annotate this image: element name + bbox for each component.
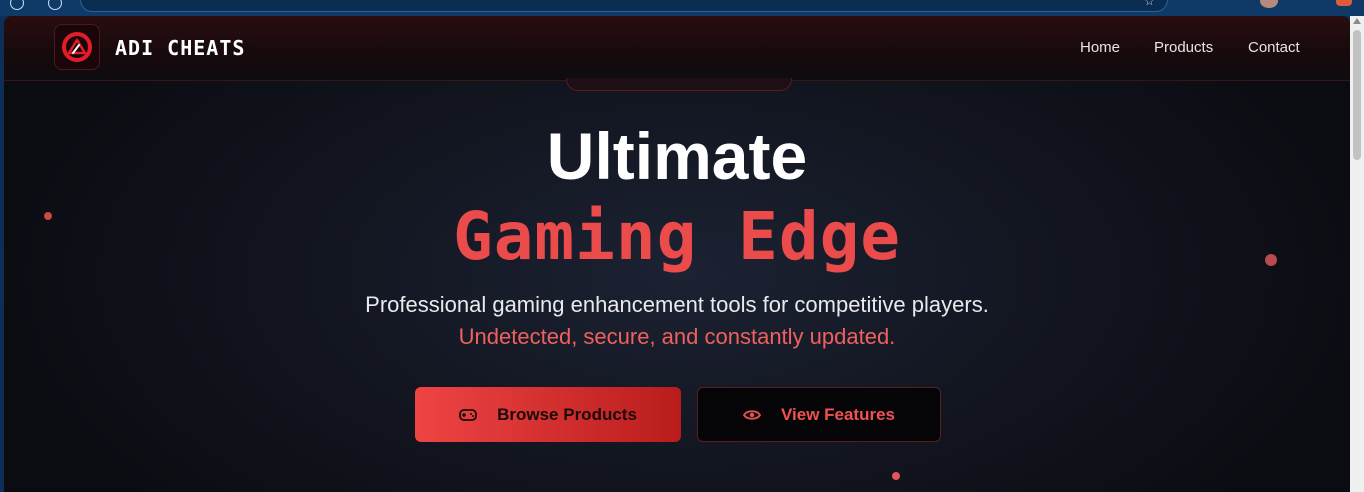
brand-name[interactable]: ADI CHEATS: [115, 36, 245, 60]
hero-title: Ultimate: [546, 119, 808, 193]
hero-subtitle: Professional gaming enhancement tools fo…: [365, 292, 989, 317]
top-navbar: ADI CHEATS Home Products Contact: [4, 16, 1350, 81]
bookmark-star-icon[interactable]: ☆: [1144, 0, 1155, 8]
hero-title-accent: Gaming Edge: [452, 198, 902, 275]
browse-products-button[interactable]: Browse Products: [415, 387, 681, 442]
scroll-up-icon[interactable]: [1353, 18, 1361, 24]
back-icon[interactable]: [10, 0, 24, 10]
extension-icon[interactable]: [1336, 0, 1352, 6]
hero-subtitle-accent: Undetected, secure, and constantly updat…: [458, 324, 896, 349]
decorative-dot: [892, 472, 900, 480]
browser-toolbar: ☆: [0, 0, 1364, 16]
reload-icon[interactable]: [48, 0, 62, 10]
nav-link-home[interactable]: Home: [1080, 39, 1120, 56]
nav-link-contact[interactable]: Contact: [1248, 39, 1300, 56]
browse-products-label: Browse Products: [497, 404, 637, 424]
page-viewport: ADI CHEATS Home Products Contact Ultimat…: [4, 16, 1350, 492]
page-scrollbar[interactable]: [1350, 16, 1364, 492]
eye-icon: [742, 409, 761, 420]
logo-icon: [62, 32, 92, 62]
hero-badge: [566, 78, 792, 91]
logo[interactable]: [54, 24, 100, 70]
view-features-button[interactable]: View Features: [697, 387, 941, 442]
nav-link-products[interactable]: Products: [1154, 39, 1213, 56]
gamepad-icon: [459, 408, 477, 421]
profile-avatar[interactable]: [1260, 0, 1278, 8]
scrollbar-thumb[interactable]: [1353, 30, 1361, 160]
view-features-label: View Features: [780, 404, 896, 424]
address-bar[interactable]: [80, 0, 1168, 12]
